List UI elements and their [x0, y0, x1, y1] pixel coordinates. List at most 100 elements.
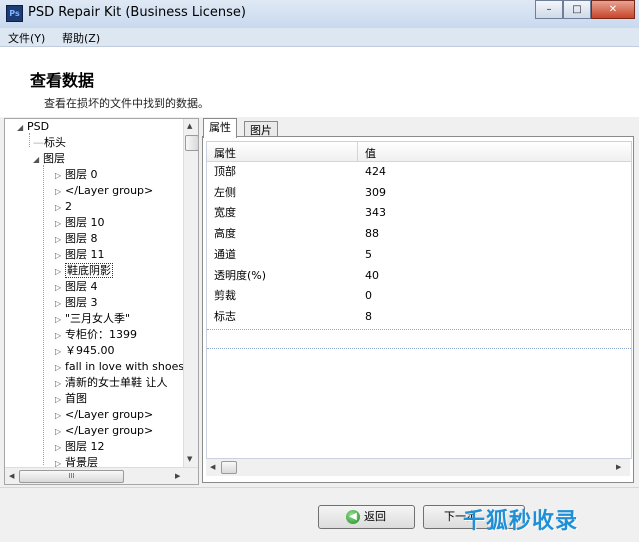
expand-arrow-icon[interactable]: ▷	[55, 184, 65, 200]
tree-node-layer[interactable]: ▷ </Layer group>	[55, 407, 153, 423]
expand-arrow-icon[interactable]: ▷	[55, 248, 65, 264]
expand-arrow-icon[interactable]: ▷	[55, 312, 65, 328]
grid-header: 属性 值	[207, 142, 631, 162]
tree-node-layer[interactable]: ▷ 图层 0	[55, 167, 98, 183]
tree-node-label: 2	[65, 200, 72, 213]
tree-node-layer[interactable]: ▷ </Layer group>	[55, 183, 153, 199]
scroll-left-arrow-icon[interactable]: ◀	[210, 463, 215, 471]
back-button[interactable]: ◀ 返回	[318, 505, 415, 529]
expand-arrow-icon[interactable]: ▷	[55, 200, 65, 216]
expand-arrow-icon[interactable]: ▷	[55, 232, 65, 248]
scroll-thumb[interactable]: III	[19, 470, 124, 483]
expand-arrow-icon[interactable]: ▷	[55, 408, 65, 424]
tree-node-layers[interactable]: ◢ 图层	[33, 151, 65, 167]
column-header-property[interactable]: 属性	[214, 145, 236, 161]
expand-arrow-icon[interactable]: ▷	[55, 440, 65, 456]
tree-node-psd[interactable]: ◢ PSD	[17, 119, 49, 135]
expand-arrow-icon[interactable]: ▷	[55, 328, 65, 344]
properties-panel: 属性 值 顶部 424 左侧 309 宽度 343 高度 88 通道 5 透明度(%) 40 剪裁 0 标志…	[202, 136, 634, 483]
title-bar: Ps PSD Repair Kit (Business License) – □…	[0, 0, 639, 28]
tree-node-label: ￥945.00	[65, 344, 115, 357]
tree-node-layer[interactable]: ▷ 首图	[55, 391, 87, 407]
table-row[interactable]: 左侧 309	[207, 183, 631, 203]
grid-horizontal-scrollbar[interactable]: ◀ ▶	[206, 459, 630, 476]
structure-tree[interactable]: ◢ PSD —标头 ◢ 图层 ▷ 图层 0 ▷ </Layer group> ▷ 2 ▷ 图层 1…	[4, 118, 199, 485]
tree-node-header[interactable]: —标头	[33, 135, 66, 151]
tree-node-layer[interactable]: ▷ 图层 10	[55, 215, 105, 231]
tab-properties[interactable]: 属性	[203, 118, 237, 138]
tree-guide-line	[29, 133, 30, 147]
maximize-button[interactable]: □	[563, 0, 591, 19]
tree-node-layer[interactable]: ▷ 图层 12	[55, 439, 105, 455]
tree-node-layer[interactable]: ▷ ￥945.00	[55, 343, 115, 359]
page-subtitle: 查看在损坏的文件中找到的数据。	[44, 97, 209, 110]
expand-arrow-icon[interactable]: ▷	[55, 168, 65, 184]
property-value-cell: 40	[365, 268, 379, 282]
scroll-right-arrow-icon[interactable]: ▶	[175, 472, 180, 480]
tree-node-label: 图层 11	[65, 248, 105, 261]
expand-arrow-icon[interactable]: ▷	[55, 424, 65, 440]
tree-node-layer[interactable]: ▷ 图层 8	[55, 231, 98, 247]
tree-node-layer[interactable]: ▷ 图层 3	[55, 295, 98, 311]
tree-node-label: 鞋底阴影	[65, 263, 113, 278]
column-divider[interactable]	[357, 142, 358, 161]
expand-arrow-icon[interactable]: ▷	[55, 264, 65, 280]
scroll-up-arrow-icon[interactable]: ▲	[187, 122, 192, 130]
table-row[interactable]: 通道 5	[207, 245, 631, 265]
property-name-cell: 通道	[214, 247, 236, 261]
close-button[interactable]: ✕	[591, 0, 635, 19]
window-title: PSD Repair Kit (Business License)	[28, 5, 246, 20]
tree-horizontal-scrollbar[interactable]: ◀ III ▶	[5, 467, 198, 484]
menu-file[interactable]: 文件(Y)	[8, 30, 45, 46]
tree-vertical-scrollbar[interactable]: ▲ ▼	[183, 119, 198, 467]
scroll-thumb[interactable]	[185, 135, 198, 151]
property-name-cell: 剪裁	[214, 289, 236, 303]
collapse-arrow-icon[interactable]: ◢	[33, 152, 43, 168]
property-name-cell: 宽度	[214, 206, 236, 220]
tree-node-label: 图层 3	[65, 296, 98, 309]
menu-help[interactable]: 帮助(Z)	[62, 30, 100, 46]
property-value-cell: 88	[365, 227, 379, 241]
table-row[interactable]: 宽度 343	[207, 203, 631, 223]
table-row[interactable]: 剪裁 0	[207, 286, 631, 306]
property-name-cell: 顶部	[214, 165, 236, 178]
new-row-placeholder[interactable]	[207, 329, 631, 349]
expand-arrow-icon[interactable]: ▷	[55, 216, 65, 232]
tree-node-layer[interactable]: ▷ 图层 11	[55, 247, 105, 263]
tree-node-label: </Layer group>	[65, 184, 154, 197]
property-value-cell: 309	[365, 185, 386, 199]
tree-node-layer[interactable]: ▷ </Layer group>	[55, 423, 153, 439]
expand-arrow-icon[interactable]: ▷	[55, 280, 65, 296]
column-header-value[interactable]: 值	[365, 145, 376, 161]
expand-arrow-icon[interactable]: ▷	[55, 360, 65, 376]
scroll-left-arrow-icon[interactable]: ◀	[9, 472, 14, 480]
table-row[interactable]: 高度 88	[207, 224, 631, 244]
tree-node-layer[interactable]: ▷ 2	[55, 199, 72, 215]
tree-node-layer[interactable]: ▷ 鞋底阴影	[55, 263, 113, 279]
tree-node-layer[interactable]: ▷ 背景层	[55, 455, 98, 467]
property-value-cell: 424	[365, 165, 386, 178]
expand-arrow-icon[interactable]: ▷	[55, 344, 65, 360]
expand-arrow-icon[interactable]: ▷	[55, 456, 65, 467]
table-row[interactable]: 标志 8	[207, 307, 631, 327]
tree-node-layer[interactable]: ▷ 图层 4	[55, 279, 98, 295]
expand-arrow-icon[interactable]: ▷	[55, 376, 65, 392]
expand-arrow-icon[interactable]: ▷	[55, 296, 65, 312]
tree-node-layer[interactable]: ▷ 专柜价：1399	[55, 327, 137, 343]
scroll-down-arrow-icon[interactable]: ▼	[187, 455, 192, 463]
table-row[interactable]: 顶部 424	[207, 162, 631, 182]
scroll-thumb[interactable]	[221, 461, 237, 474]
collapse-arrow-icon[interactable]: ◢	[17, 120, 27, 136]
tree-node-layer[interactable]: ▷ fall in love with shoes	[55, 359, 183, 375]
scroll-right-arrow-icon[interactable]: ▶	[616, 463, 621, 471]
property-name-cell: 透明度(%)	[214, 268, 267, 282]
tree-node-label: 图层 4	[65, 280, 98, 293]
table-row[interactable]: 透明度(%) 40	[207, 266, 631, 286]
minimize-button[interactable]: –	[535, 0, 563, 19]
tree-node-label: 首图	[65, 392, 87, 405]
watermark-logo: 千狐秒收录	[463, 509, 579, 534]
tree-node-layer[interactable]: ▷ "三月女人季"	[55, 311, 130, 327]
tree-node-layer[interactable]: ▷ 清新的女士单鞋 让人	[55, 375, 168, 391]
tree-node-label: "三月女人季"	[65, 312, 131, 325]
expand-arrow-icon[interactable]: ▷	[55, 392, 65, 408]
